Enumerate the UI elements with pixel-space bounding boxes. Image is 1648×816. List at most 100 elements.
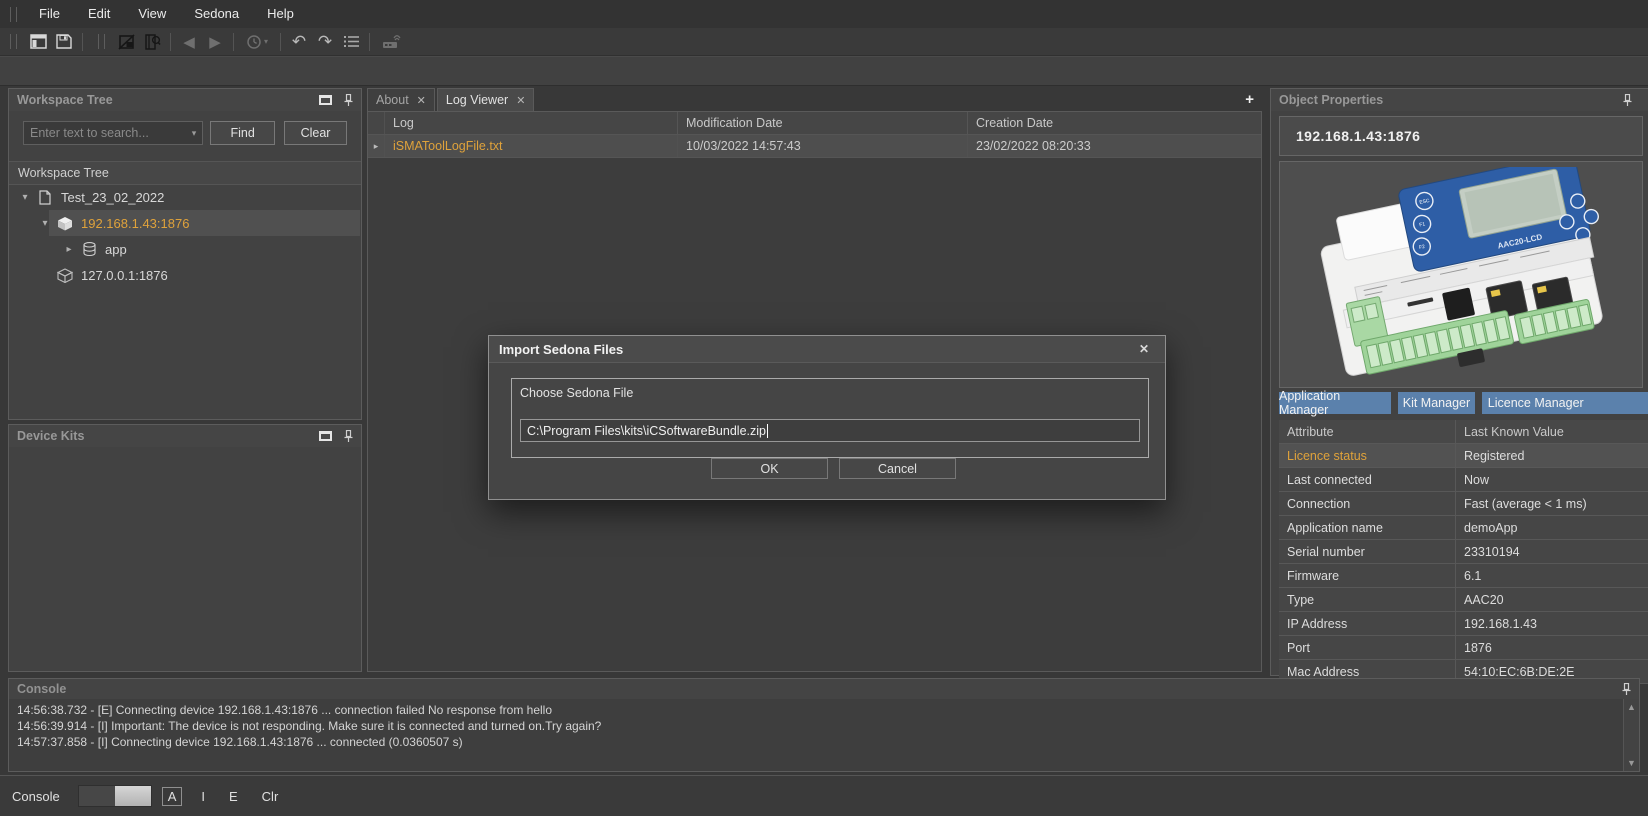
console-scrollbar[interactable]: ▲ ▼ — [1623, 699, 1639, 771]
attributes-table: Attribute Last Known Value Licence statu… — [1279, 420, 1648, 684]
application-manager-button[interactable]: Application Manager — [1279, 392, 1391, 414]
scroll-down-icon[interactable]: ▼ — [1627, 758, 1636, 768]
table-row-serial-number[interactable]: Serial number 23310194 — [1279, 540, 1648, 564]
row-expander-icon[interactable]: ▸ — [368, 135, 385, 157]
tree-node-project[interactable]: ▾ Test_23_02_2022 — [9, 184, 361, 210]
attribute-value: 192.168.1.43 — [1456, 612, 1648, 635]
tree-node-device-selected[interactable]: ▾ 192.168.1.43:1876 — [9, 210, 361, 236]
pin-icon[interactable] — [1623, 94, 1632, 106]
attributes-table-header: Attribute Last Known Value — [1279, 420, 1648, 444]
expander-icon[interactable]: ▾ — [39, 218, 51, 229]
column-last-known-value[interactable]: Last Known Value — [1456, 420, 1648, 443]
clear-button[interactable]: Clear — [284, 121, 347, 145]
table-row-application-name[interactable]: Application name demoApp — [1279, 516, 1648, 540]
table-row-licence-status[interactable]: Licence status Registered — [1279, 444, 1648, 468]
clear-console-button[interactable]: Clr — [257, 788, 284, 805]
menu-view[interactable]: View — [124, 0, 180, 28]
table-row-last-connected[interactable]: Last connected Now — [1279, 468, 1648, 492]
table-row-connection[interactable]: Connection Fast (average < 1 ms) — [1279, 492, 1648, 516]
column-attribute[interactable]: Attribute — [1279, 420, 1456, 443]
close-icon[interactable]: ✕ — [1133, 342, 1155, 356]
search-input[interactable]: Enter text to search... ▾ — [23, 121, 203, 145]
attribute-value: Fast (average < 1 ms) — [1456, 492, 1648, 515]
menu-file[interactable]: File — [25, 0, 74, 28]
layout-icon[interactable] — [26, 31, 50, 53]
console-panel: Console 14:56:38.732 - [E] Connecting de… — [8, 678, 1640, 772]
filter-info-button[interactable]: I — [196, 788, 210, 805]
toolbar-separator — [369, 33, 370, 51]
attribute-name: IP Address — [1279, 612, 1456, 635]
kit-browser-icon[interactable] — [140, 31, 164, 53]
console-line: 14:56:39.914 - [I] Important: The device… — [17, 718, 1615, 734]
disconnect-icon[interactable] — [114, 31, 138, 53]
console-size-slider[interactable] — [78, 785, 152, 807]
console-log[interactable]: 14:56:38.732 - [E] Connecting device 192… — [9, 699, 1623, 771]
table-row-ip-address[interactable]: IP Address 192.168.1.43 — [1279, 612, 1648, 636]
tree-node-app[interactable]: ▸ app — [9, 236, 361, 262]
scroll-up-icon[interactable]: ▲ — [1627, 702, 1636, 712]
menu-sedona[interactable]: Sedona — [180, 0, 253, 28]
chevron-down-icon[interactable]: ▾ — [192, 128, 197, 139]
slider-track — [79, 786, 115, 806]
console-line: 14:56:38.732 - [E] Connecting device 192… — [17, 702, 1615, 718]
device-link-icon[interactable] — [376, 31, 406, 53]
find-button[interactable]: Find — [210, 121, 275, 145]
dialog-title-bar[interactable]: Import Sedona Files ✕ — [489, 336, 1165, 363]
save-icon[interactable] — [52, 31, 76, 53]
toolbar-grip-1[interactable] — [10, 34, 17, 49]
menu-edit[interactable]: Edit — [74, 0, 124, 28]
window-position-icon[interactable] — [319, 431, 332, 441]
expander-icon[interactable]: ▸ — [63, 244, 75, 255]
kit-manager-button[interactable]: Kit Manager — [1398, 392, 1475, 414]
list-icon[interactable] — [339, 31, 363, 53]
slider-thumb[interactable] — [115, 786, 151, 806]
device-cube-icon — [57, 215, 73, 231]
object-properties-panel: Object Properties 192.168.1.43:1876 — [1270, 88, 1648, 676]
close-icon[interactable]: ✕ — [516, 94, 525, 107]
forward-icon[interactable]: ▶ — [203, 31, 227, 53]
menubar-grip[interactable] — [10, 7, 17, 22]
console-title: Console — [17, 682, 66, 696]
log-table-row[interactable]: ▸ iSMAToolLogFile.txt 10/03/2022 14:57:4… — [368, 135, 1261, 158]
attribute-name: Firmware — [1279, 564, 1456, 587]
table-row-type[interactable]: Type AAC20 — [1279, 588, 1648, 612]
toolbar-grip-2[interactable] — [98, 34, 105, 49]
add-tab-button[interactable]: + — [1245, 91, 1262, 111]
cancel-button[interactable]: Cancel — [839, 458, 956, 479]
pin-icon[interactable] — [344, 94, 353, 106]
attribute-name: Port — [1279, 636, 1456, 659]
tab-about[interactable]: About ✕ — [367, 88, 435, 111]
toolbar-separator — [170, 33, 171, 51]
undo-icon[interactable]: ↶ — [287, 31, 311, 53]
console-header: Console — [9, 679, 1639, 699]
pin-icon[interactable] — [344, 430, 353, 442]
attribute-value: AAC20 — [1456, 588, 1648, 611]
redo-icon[interactable]: ↷ — [313, 31, 337, 53]
tab-strip: About ✕ Log Viewer ✕ + — [367, 88, 1262, 111]
close-icon[interactable]: ✕ — [417, 94, 426, 107]
filter-all-button[interactable]: A — [162, 787, 183, 806]
expander-icon[interactable]: ▾ — [19, 192, 31, 203]
log-file-name: iSMAToolLogFile.txt — [385, 135, 678, 157]
tab-log-viewer[interactable]: Log Viewer ✕ — [437, 88, 535, 111]
tab-label: Log Viewer — [446, 93, 508, 107]
attribute-name: Application name — [1279, 516, 1456, 539]
window-position-icon[interactable] — [319, 95, 332, 105]
ok-button[interactable]: OK — [711, 458, 828, 479]
licence-manager-button[interactable]: Licence Manager — [1482, 392, 1648, 414]
tree-column-header: Workspace Tree — [9, 161, 361, 185]
history-icon[interactable]: ▾ — [240, 31, 274, 53]
tree-node-localhost[interactable]: 127.0.0.1:1876 — [9, 262, 361, 288]
workspace-tree-panel: Workspace Tree Enter text to search... ▾… — [8, 88, 362, 420]
pin-icon[interactable] — [1622, 683, 1631, 695]
table-row-port[interactable]: Port 1876 — [1279, 636, 1648, 660]
filter-error-button[interactable]: E — [224, 788, 243, 805]
column-creation-date[interactable]: Creation Date — [968, 112, 1261, 134]
column-modification-date[interactable]: Modification Date — [678, 112, 968, 134]
back-icon[interactable]: ◀ — [177, 31, 201, 53]
device-kits-title: Device Kits — [17, 429, 84, 443]
table-row-firmware[interactable]: Firmware 6.1 — [1279, 564, 1648, 588]
menu-help[interactable]: Help — [253, 0, 308, 28]
file-path-input[interactable]: C:\Program Files\kits\iCSoftwareBundle.z… — [520, 419, 1140, 442]
column-log[interactable]: Log — [385, 112, 678, 134]
